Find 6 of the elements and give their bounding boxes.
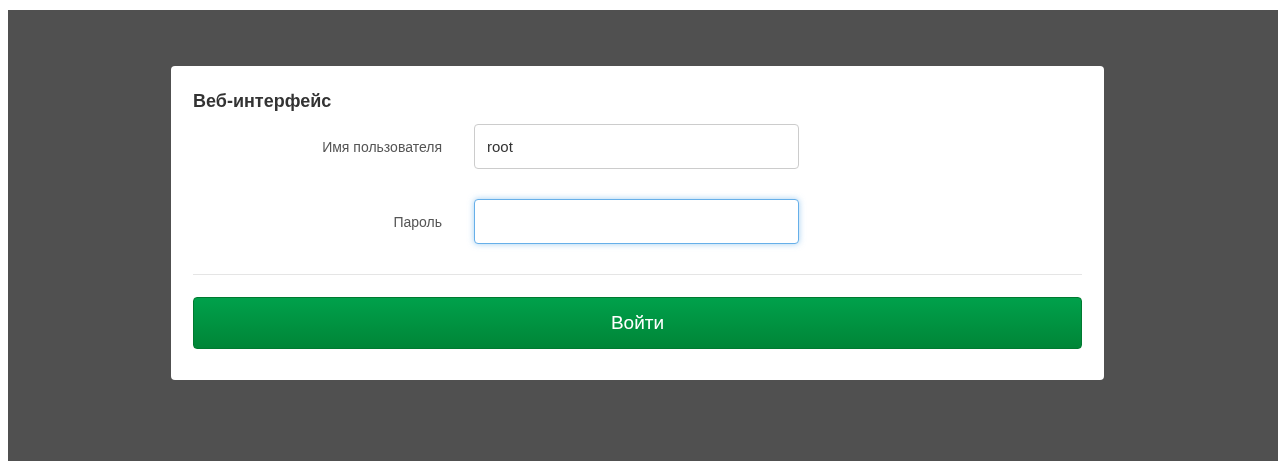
input-field[interactable]: root: [474, 124, 799, 169]
input-field[interactable]: [474, 199, 799, 244]
field-label: Имя пользователя: [322, 138, 442, 155]
login-button[interactable]: Войти: [193, 297, 1082, 349]
card-title: Веб-интерфейс: [193, 90, 332, 112]
field-label: Пароль: [393, 213, 442, 230]
